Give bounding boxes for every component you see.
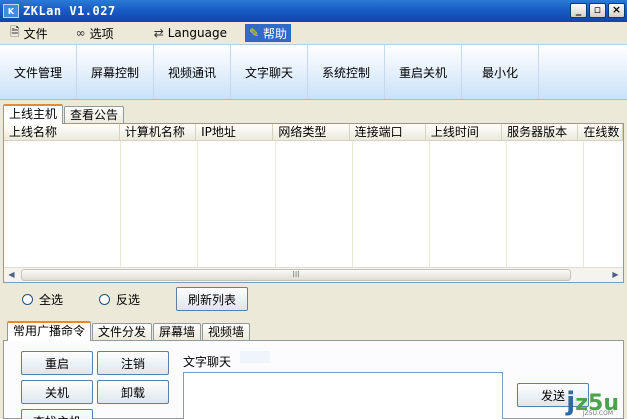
invert-selection-label: 反选 xyxy=(116,293,141,307)
column-online-time[interactable]: 上线时间 xyxy=(425,124,503,140)
close-button[interactable]: × xyxy=(608,3,625,18)
scroll-thumb[interactable]: III xyxy=(21,269,571,281)
toolbar-file-manager-button[interactable]: 文件管理 xyxy=(0,45,77,99)
tab-screen-wall[interactable]: 屏幕墙 xyxy=(153,323,202,341)
menu-help[interactable]: ✎ 帮助 xyxy=(244,24,292,42)
invert-selection-radio[interactable]: 反选 xyxy=(99,291,140,308)
document-icon: 🗎 xyxy=(10,24,20,39)
logoff-button[interactable]: 注销 xyxy=(97,351,169,375)
toolbar-restart-shutdown-button[interactable]: 重启关机 xyxy=(385,45,462,99)
table-body xyxy=(4,141,623,267)
toolbar-screen-control-button[interactable]: 屏幕控制 xyxy=(77,45,154,99)
shutdown-button[interactable]: 关机 xyxy=(21,380,93,404)
watermark-url: JZ5U.COM xyxy=(582,410,613,417)
radio-icon xyxy=(22,294,33,305)
menu-help-label: 帮助 xyxy=(263,26,288,41)
minimize-button[interactable]: _ xyxy=(570,3,587,18)
menu-bar: 🗎 文件 ∞ 选项 ⇄ Language ✎ 帮助 xyxy=(0,22,627,44)
column-server-version[interactable]: 服务器版本 xyxy=(502,124,579,140)
host-tabs: 上线主机 查看公告 xyxy=(3,104,125,124)
column-online-count[interactable]: 在线数 xyxy=(578,124,623,140)
scroll-left-icon[interactable]: ◀ xyxy=(4,268,19,282)
toolbar-video-call-button[interactable]: 视频通讯 xyxy=(154,45,231,99)
watermark-letter: j xyxy=(566,387,576,417)
menu-options[interactable]: ∞ 选项 xyxy=(72,24,118,42)
host-table: 上线名称 计算机名称 IP地址 网络类型 连接端口 上线时间 服务器版本 在线数… xyxy=(3,123,624,283)
select-all-radio[interactable]: 全选 xyxy=(22,291,63,308)
menu-file[interactable]: 🗎 文件 xyxy=(6,24,52,42)
select-all-label: 全选 xyxy=(39,293,64,307)
scroll-right-icon[interactable]: ▶ xyxy=(608,268,623,282)
tab-file-distribution[interactable]: 文件分发 xyxy=(92,323,153,341)
find-host-button[interactable]: 查找主机 xyxy=(21,409,93,419)
menu-options-label: 选项 xyxy=(89,26,114,41)
tab-announcements[interactable]: 查看公告 xyxy=(64,106,125,124)
table-header: 上线名称 计算机名称 IP地址 网络类型 连接端口 上线时间 服务器版本 在线数 xyxy=(4,124,623,141)
column-network-type[interactable]: 网络类型 xyxy=(273,124,350,140)
tab-broadcast-commands[interactable]: 常用广播命令 xyxy=(7,321,92,341)
column-computer-name[interactable]: 计算机名称 xyxy=(119,124,197,140)
toolbar-system-control-button[interactable]: 系统控制 xyxy=(308,45,385,99)
toolbar-minimize-button[interactable]: 最小化 xyxy=(462,45,539,99)
text-chat-label: 文字聊天 xyxy=(183,355,232,369)
chat-label-strip xyxy=(240,351,270,363)
help-icon: ✎ xyxy=(248,26,260,40)
horizontal-scrollbar[interactable]: ◀ III ▶ xyxy=(4,267,623,282)
app-icon: K xyxy=(3,4,19,18)
restart-button[interactable]: 重启 xyxy=(21,351,93,375)
restore-button[interactable]: ▫ xyxy=(589,3,606,18)
menu-language-label: Language xyxy=(167,26,227,40)
refresh-list-button[interactable]: 刷新列表 xyxy=(176,287,248,311)
chat-message-input[interactable] xyxy=(183,372,503,419)
title-bar: K ZKLan V1.027 _ ▫ × xyxy=(0,0,627,22)
toolbar: 文件管理 屏幕控制 视频通讯 文字聊天 系统控制 重启关机 最小化 xyxy=(0,44,627,100)
uninstall-button[interactable]: 卸载 xyxy=(97,380,169,404)
site-watermark-logo: j z5u JZ5U.COM xyxy=(566,387,619,417)
menu-file-label: 文件 xyxy=(23,26,48,41)
command-tabs: 常用广播命令 文件分发 屏幕墙 视频墙 xyxy=(7,321,251,341)
tab-online-hosts[interactable]: 上线主机 xyxy=(3,104,64,124)
column-online-name[interactable]: 上线名称 xyxy=(4,124,120,140)
language-icon: ⇄ xyxy=(153,26,164,40)
tab-video-wall[interactable]: 视频墙 xyxy=(202,323,251,341)
glasses-icon: ∞ xyxy=(75,26,86,40)
toolbar-text-chat-button[interactable]: 文字聊天 xyxy=(231,45,308,99)
column-port[interactable]: 连接端口 xyxy=(349,124,426,140)
window-title: ZKLan V1.027 xyxy=(23,4,116,18)
column-ip-address[interactable]: IP地址 xyxy=(196,124,274,140)
radio-icon xyxy=(99,294,110,305)
menu-language[interactable]: ⇄ Language xyxy=(150,24,231,42)
